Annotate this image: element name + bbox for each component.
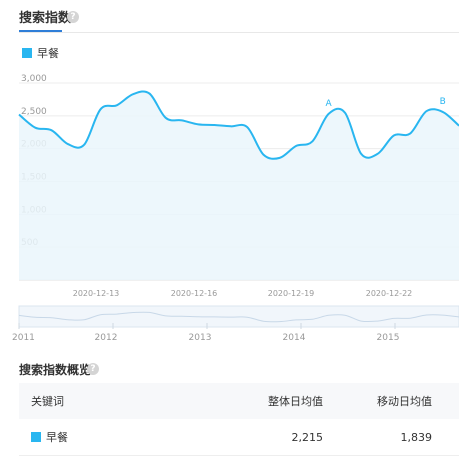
navigator-year-label: 2013 [189, 333, 212, 343]
x-tick-label: 2020-12-22 [366, 289, 413, 298]
series-color-swatch [31, 432, 41, 442]
x-tick-label: 2020-12-16 [171, 289, 218, 298]
keyword-cell: 早餐 [19, 429, 243, 445]
overview-table: 关键词 整体日均值 移动日均值 早餐 2,215 1,839 [19, 383, 459, 456]
series-area [19, 91, 459, 280]
search-index-panel: 搜索指数 ? 早餐 3,0002,5002,0001,5001,00050020… [0, 0, 459, 456]
navigator-year-label: 2015 [377, 333, 400, 343]
column-header-overall-avg: 整体日均值 [268, 395, 323, 408]
column-header-keyword: 关键词 [31, 395, 64, 408]
annotation-B[interactable]: B [440, 97, 446, 107]
x-tick-label: 2020-12-19 [268, 289, 315, 298]
navigator-year-label: 2012 [95, 333, 118, 343]
y-tick-label: 3,000 [21, 74, 47, 84]
navigator-year-label: 2014 [283, 333, 306, 343]
search-index-chart[interactable]: 3,0002,5002,0001,5001,0005002020-12-1320… [0, 0, 459, 345]
table-header: 关键词 整体日均值 移动日均值 [19, 383, 459, 419]
table-row: 早餐 2,215 1,839 [19, 419, 459, 456]
overview-title-text: 搜索指数概览 [19, 363, 92, 377]
mobile-avg-cell: 1,839 [400, 430, 433, 444]
y-tick-label: 2,500 [21, 107, 47, 117]
keyword-text: 早餐 [46, 431, 68, 444]
navigator-year-label: 2011 [12, 333, 35, 343]
overview-title: 搜索指数概览 [19, 361, 91, 378]
annotation-A[interactable]: A [326, 99, 333, 109]
question-circle-icon[interactable]: ? [87, 363, 99, 375]
column-header-mobile-avg: 移动日均值 [377, 395, 432, 408]
overall-avg-cell: 2,215 [291, 430, 324, 444]
x-tick-label: 2020-12-13 [73, 289, 120, 298]
